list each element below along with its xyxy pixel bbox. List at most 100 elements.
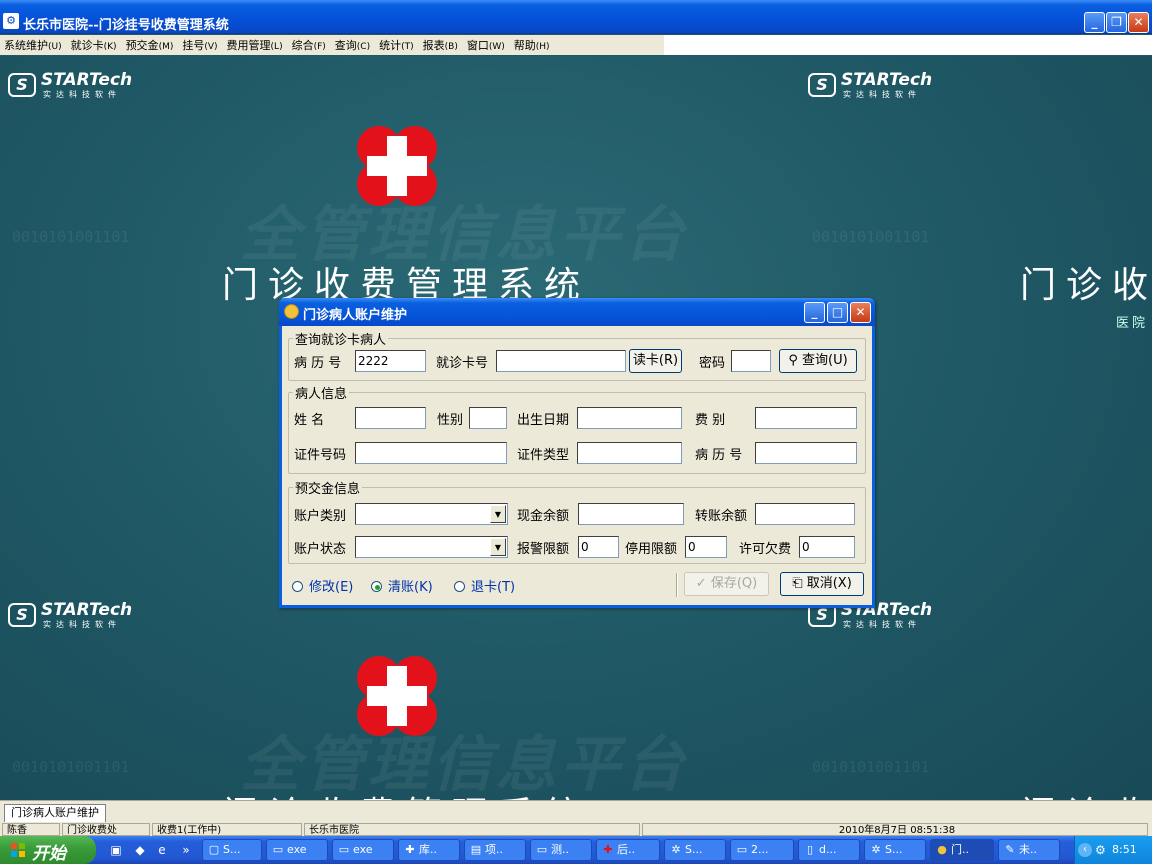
- read-card-button[interactable]: 读卡(R): [629, 349, 682, 373]
- taskbar-item[interactable]: ▭ exe: [332, 839, 394, 861]
- windows-flag-icon: [11, 843, 25, 857]
- modify-radio[interactable]: 修改(E): [292, 576, 353, 595]
- dropdown-arrow-icon[interactable]: ▼: [490, 538, 506, 556]
- taskbar-item[interactable]: ✲ S...: [864, 839, 926, 861]
- menu-card[interactable]: 就诊卡(K): [71, 37, 117, 53]
- red-cross-icon: ✚: [603, 843, 613, 856]
- gear-icon: ✲: [871, 843, 881, 856]
- menu-deposit[interactable]: 预交金(M): [126, 37, 174, 53]
- settle-radio[interactable]: 清账(K): [371, 576, 433, 595]
- project-icon: ▤: [470, 843, 482, 856]
- menu-register[interactable]: 挂号(V): [182, 37, 217, 53]
- clock: 8:51: [1112, 843, 1137, 856]
- password-label: 密码: [699, 356, 726, 371]
- menu-system[interactable]: 系统维护(U): [4, 37, 62, 53]
- taskbar-item[interactable]: ✚ 库..: [398, 839, 460, 861]
- id-no-label: 证件号码: [294, 448, 347, 463]
- tray-expand-icon[interactable]: ‹: [1078, 843, 1092, 857]
- record-no-input[interactable]: 2222: [355, 350, 426, 372]
- minimize-button[interactable]: _: [1084, 12, 1105, 33]
- dropdown-arrow-icon[interactable]: ▼: [490, 505, 506, 523]
- close-button[interactable]: ✕: [1128, 12, 1149, 33]
- birthdate-input[interactable]: [577, 407, 682, 429]
- restore-button[interactable]: ❐: [1106, 12, 1127, 33]
- taskbar-item[interactable]: ▭ exe: [266, 839, 328, 861]
- system-title-partial: 门诊收: [1020, 786, 1152, 800]
- transfer-balance-input[interactable]: [755, 503, 855, 525]
- deposit-group-legend: 预交金信息: [295, 482, 361, 497]
- quicklaunch-overflow-icon[interactable]: »: [178, 842, 194, 858]
- patient-record-no-input[interactable]: [755, 442, 857, 464]
- id-no-input[interactable]: [355, 442, 507, 464]
- dialog-close-button[interactable]: ✕: [850, 302, 871, 323]
- system-title-partial: 门诊收: [1020, 265, 1152, 306]
- button-separator: [676, 573, 678, 597]
- taskbar-item[interactable]: ▭ 测..: [530, 839, 592, 861]
- dialog-minimize-button[interactable]: _: [804, 302, 825, 323]
- dialog-app-icon: [284, 304, 299, 319]
- query-button[interactable]: ⚲ 查询(U): [779, 349, 857, 373]
- query-group-legend: 查询就诊卡病人: [295, 333, 387, 348]
- dialog-maximize-button[interactable]: □: [827, 302, 848, 323]
- menubar-blank: [664, 35, 1152, 55]
- taskbar-item[interactable]: ✲ S...: [664, 839, 726, 861]
- transfer-balance-label: 转账余额: [695, 509, 748, 524]
- birthdate-label: 出生日期: [517, 413, 570, 428]
- menu-window[interactable]: 窗口(W): [467, 37, 505, 53]
- taskbar-item-active[interactable]: ● 门..: [930, 839, 994, 861]
- taskbar-item[interactable]: ▭ 2...: [730, 839, 794, 861]
- card-no-input[interactable]: [496, 350, 626, 372]
- app-icon: ⚙: [3, 13, 19, 29]
- id-type-label: 证件类型: [517, 448, 570, 463]
- taskbar-item[interactable]: ▤ 项..: [464, 839, 526, 861]
- start-button[interactable]: 开始: [0, 836, 96, 864]
- password-input[interactable]: [731, 350, 771, 372]
- patient-record-no-label: 病 历 号: [695, 448, 743, 463]
- name-input[interactable]: [355, 407, 426, 429]
- status-department: 门诊收费处: [62, 823, 150, 836]
- fee-type-input[interactable]: [755, 407, 857, 429]
- tray-network-icon[interactable]: ⚙: [1095, 843, 1106, 857]
- account-type-select[interactable]: ▼: [355, 503, 508, 525]
- allowed-arrears-input[interactable]: 0: [799, 536, 855, 558]
- menu-general[interactable]: 综合(F): [292, 37, 326, 53]
- taskbar-item[interactable]: ▯ d...: [798, 839, 860, 861]
- menu-reports[interactable]: 报表(B): [423, 37, 458, 53]
- cash-balance-input[interactable]: [578, 503, 684, 525]
- status-operator: 陈香: [2, 823, 60, 836]
- mdi-tab-bar: 门诊病人账户维护: [0, 800, 1152, 822]
- return-card-radio[interactable]: 退卡(T): [454, 576, 515, 595]
- show-desktop-icon[interactable]: ▣: [108, 842, 124, 858]
- mdi-tab-patient-account[interactable]: 门诊病人账户维护: [4, 804, 106, 822]
- id-type-input[interactable]: [577, 442, 682, 464]
- menu-statistics[interactable]: 统计(T): [379, 37, 414, 53]
- menu-help[interactable]: 帮助(H): [514, 37, 550, 53]
- notepad-icon: ✎: [1005, 843, 1015, 856]
- dialog-title: 门诊病人账户维护: [303, 308, 408, 323]
- window-title: 长乐市医院--门诊挂号收费管理系统: [23, 18, 229, 33]
- account-status-select[interactable]: ▼: [355, 536, 508, 558]
- taskbar-item[interactable]: ▢ S...: [202, 839, 262, 861]
- menu-fees[interactable]: 费用管理(L): [227, 37, 283, 53]
- taskbar-item[interactable]: ✎ 未..: [998, 839, 1060, 861]
- taskbar-item[interactable]: ✚ 后..: [596, 839, 660, 861]
- save-button[interactable]: ✓ 保存(Q): [684, 572, 769, 596]
- patient-group-legend: 病人信息: [295, 387, 348, 402]
- cancel-button[interactable]: ⎗ 取消(X): [780, 572, 864, 596]
- card-no-label: 就诊卡号: [436, 356, 489, 371]
- stop-limit-input[interactable]: 0: [685, 536, 727, 558]
- quicklaunch-app-icon[interactable]: ◆: [132, 842, 148, 858]
- gender-input[interactable]: [469, 407, 507, 429]
- stop-limit-label: 停用限额: [625, 542, 678, 557]
- binary-texture: 0010101001101: [12, 758, 130, 776]
- alarm-limit-input[interactable]: 0: [578, 536, 619, 558]
- menu-bar: 系统维护(U) 就诊卡(K) 预交金(M) 挂号(V) 费用管理(L) 综合(F…: [0, 35, 1152, 55]
- main-window-titlebar: ⚙ 长乐市医院--门诊挂号收费管理系统 _ ❐ ✕: [0, 0, 1152, 34]
- startech-logo-icon: S: [8, 603, 36, 627]
- internet-explorer-icon[interactable]: e: [154, 842, 170, 858]
- status-bar: 陈香 门诊收费处 收费1(工作中) 长乐市医院 2010年8月7日 08:51:…: [0, 822, 1152, 836]
- dialog-titlebar: 门诊病人账户维护 _ □ ✕: [279, 298, 875, 326]
- menu-query[interactable]: 查询(C): [335, 37, 370, 53]
- radio-indicator: [292, 581, 303, 592]
- dialog-body: 查询就诊卡病人 病 历 号 2222 就诊卡号 读卡(R) 密码 ⚲ 查询(U)…: [282, 326, 872, 605]
